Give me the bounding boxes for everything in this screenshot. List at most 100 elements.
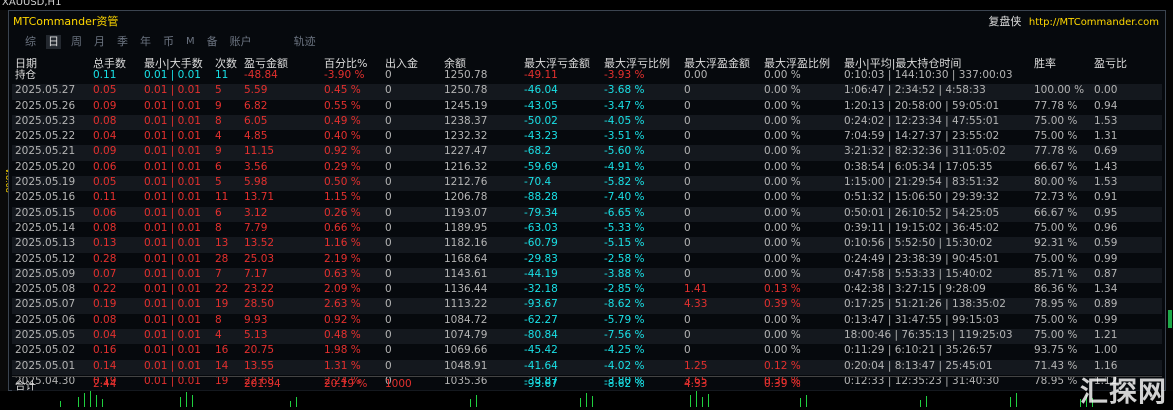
candle-20 bbox=[800, 398, 801, 407]
table-row[interactable]: 2025.05.15 0.06 0.01 | 0.01 6 3.12 0.26 % 0 119… bbox=[12, 206, 1162, 222]
cell-count: 28 bbox=[215, 252, 229, 265]
cell-max-float-loss: -41.64 bbox=[524, 359, 558, 372]
brand-right[interactable]: 复盘侠 http://MTCommander.com bbox=[988, 13, 1159, 29]
table-row[interactable]: 2025.05.14 0.08 0.01 | 0.01 8 7.79 0.66 % 0 118… bbox=[12, 222, 1162, 237]
cell-pct: 0.29 % bbox=[324, 160, 361, 173]
left-strip bbox=[0, 10, 8, 407]
cell-count: 6 bbox=[215, 160, 222, 173]
cell-date: 2025.05.22 bbox=[15, 130, 76, 143]
cell-count: 8 bbox=[215, 313, 222, 326]
cell-max-float-profit: 0 bbox=[684, 252, 691, 265]
cell-balance: 1232.32 bbox=[444, 130, 488, 143]
tab-9[interactable]: 账户 bbox=[228, 35, 254, 49]
cell-deposit: 0 bbox=[385, 145, 392, 158]
candle-2 bbox=[84, 393, 85, 407]
cell-deposit: 0 bbox=[385, 114, 392, 127]
cell-max-float-loss: -68.2 bbox=[524, 145, 552, 158]
tab-6[interactable]: 币 bbox=[161, 35, 176, 49]
tab-2[interactable]: 周 bbox=[69, 35, 84, 49]
tab-7[interactable]: M bbox=[184, 35, 197, 49]
cell-min-max-lots: 0.01 | 0.01 bbox=[144, 130, 201, 143]
cell-win-rate: 75.00 % bbox=[1034, 114, 1078, 127]
tab-5[interactable]: 年 bbox=[138, 35, 153, 49]
candle-3 bbox=[90, 391, 91, 407]
cell-pct: 0.66 % bbox=[324, 221, 361, 234]
cell-max-float-profit-pct: 0.00 % bbox=[764, 206, 801, 219]
table-row[interactable]: 2025.05.16 0.11 0.01 | 0.01 11 13.71 1.15 % 0 1… bbox=[12, 191, 1162, 206]
cell-pl-ratio: 1.43 bbox=[1094, 160, 1118, 173]
cell-win-rate: 93.75 % bbox=[1034, 344, 1078, 357]
brand-url-link[interactable]: http://MTCommander.com bbox=[1029, 17, 1159, 28]
cell-max-float-profit: 1.25 bbox=[684, 359, 708, 372]
summary-cell-total-lots: 2.44 bbox=[93, 378, 117, 390]
holding-row[interactable]: 持仓 0.11 0.01 | 0.01 11 -48.84 -3.90 % 0 1250.78… bbox=[12, 69, 1162, 84]
cell-total-lots: 0.09 bbox=[93, 99, 117, 112]
tab-8[interactable]: 备 bbox=[205, 35, 220, 49]
cell-pct: 0.45 % bbox=[324, 84, 361, 97]
cell-total-lots: 0.09 bbox=[93, 145, 117, 158]
cell-balance: 1193.07 bbox=[444, 206, 488, 219]
table-row[interactable]: 2025.05.19 0.05 0.01 | 0.01 5 5.98 0.50 % 0 121… bbox=[12, 176, 1162, 192]
cell-pl-ratio: 1.34 bbox=[1094, 283, 1118, 296]
cell-max-float-profit-pct: 0.00 % bbox=[764, 267, 801, 280]
table-row[interactable]: 2025.05.12 0.28 0.01 | 0.01 28 25.03 2.19 % 0 1… bbox=[12, 253, 1162, 268]
table-row[interactable]: 2025.05.21 0.09 0.01 | 0.01 9 11.15 0.92 % 0 12… bbox=[12, 145, 1162, 161]
cell-max-float-profit-pct: 0.00 % bbox=[764, 69, 801, 81]
cell-max-float-profit-pct: 0.12 % bbox=[764, 359, 801, 372]
table-row[interactable]: 2025.05.27 0.05 0.01 | 0.01 5 5.59 0.45 % 0 125… bbox=[12, 84, 1162, 100]
cell-count: 14 bbox=[215, 359, 229, 372]
cell-date: 2025.05.19 bbox=[15, 176, 76, 189]
cell-min-max-lots: 0.01 | 0.01 bbox=[144, 176, 201, 189]
cell-max-float-profit: 0 bbox=[684, 176, 691, 189]
tab-0[interactable]: 综 bbox=[23, 35, 38, 49]
tab-3[interactable]: 月 bbox=[92, 35, 107, 49]
cell-pnl: 13.71 bbox=[244, 191, 275, 204]
cell-max-float-loss-pct: -5.82 % bbox=[604, 176, 645, 189]
cell-max-float-profit-pct: 0.00 % bbox=[764, 145, 801, 158]
summary-cell-pct: 20.19 % bbox=[324, 378, 368, 390]
cell-pnl: 5.13 bbox=[244, 329, 268, 342]
table-row[interactable]: 2025.05.08 0.22 0.01 | 0.01 22 23.22 2.09 % 0 1… bbox=[12, 283, 1162, 298]
cell-balance: 1250.78 bbox=[444, 84, 488, 97]
cell-win-rate: 66.67 % bbox=[1034, 206, 1078, 219]
cell-min-max-lots: 0.01 | 0.01 bbox=[144, 313, 201, 326]
cell-min-max-lots: 0.01 | 0.01 bbox=[144, 252, 201, 265]
candle-5 bbox=[102, 399, 103, 407]
candle-11 bbox=[470, 399, 471, 407]
table-row[interactable]: 2025.05.26 0.09 0.01 | 0.01 9 6.82 0.55 % 0 124… bbox=[12, 100, 1162, 115]
cell-deposit: 0 bbox=[385, 221, 392, 234]
cell-total-lots: 0.08 bbox=[93, 221, 117, 234]
cell-max-float-loss: -43.23 bbox=[524, 130, 558, 143]
table-row[interactable]: 2025.05.13 0.13 0.01 | 0.01 13 13.52 1.16 % 0 1… bbox=[12, 237, 1162, 253]
table-row[interactable]: 2025.05.01 0.14 0.01 | 0.01 14 13.55 1.31 % 0 1… bbox=[12, 359, 1162, 375]
cell-win-rate: 77.78 % bbox=[1034, 99, 1078, 112]
table-row[interactable]: 2025.05.20 0.06 0.01 | 0.01 6 3.56 0.29 % 0 121… bbox=[12, 161, 1162, 176]
table-row[interactable]: 2025.05.09 0.07 0.01 | 0.01 7 7.17 0.63 % 0 114… bbox=[12, 267, 1162, 284]
table-row[interactable]: 2025.05.06 0.08 0.01 | 0.01 8 9.93 0.92 % 0 108… bbox=[12, 314, 1162, 329]
table-row[interactable]: 2025.05.05 0.04 0.01 | 0.01 4 5.13 0.48 % 0 107… bbox=[12, 329, 1162, 345]
table-row[interactable]: 2025.05.07 0.19 0.01 | 0.01 19 28.50 2.63 % 0 1… bbox=[12, 298, 1162, 314]
cell-deposit: 0 bbox=[385, 237, 392, 250]
cell-max-float-profit-pct: 0.00 % bbox=[764, 344, 801, 357]
tab-1[interactable]: 日 bbox=[46, 35, 61, 49]
cell-balance: 1069.66 bbox=[444, 344, 488, 357]
table-row[interactable]: 2025.05.23 0.08 0.01 | 0.01 8 6.05 0.49 % 0 123… bbox=[12, 114, 1162, 131]
cell-win-rate: 75.00 % bbox=[1034, 130, 1078, 143]
cell-hold-time: 0:17:25 | 51:21:26 | 138:35:02 bbox=[844, 298, 1006, 311]
cell-max-float-loss: -45.42 bbox=[524, 344, 558, 357]
cell-hold-time: 0:24:02 | 12:23:34 | 47:55:01 bbox=[844, 114, 1000, 127]
table-header: 日期 总手数 最小|大手数 次数 盈亏金额 百分比% 出入金 余额 最大浮亏金额 最大浮亏比例 最大… bbox=[12, 55, 1162, 70]
cell-hold-time: 0:51:32 | 15:06:50 | 29:39:32 bbox=[844, 191, 1000, 204]
cell-min-max-lots: 0.01 | 0.01 bbox=[144, 145, 201, 158]
cell-max-float-loss-pct: -7.56 % bbox=[604, 329, 645, 342]
tab-4[interactable]: 季 bbox=[115, 35, 130, 49]
cell-max-float-loss-pct: -5.79 % bbox=[604, 313, 645, 326]
candle-15 bbox=[592, 396, 593, 407]
tab-10[interactable]: 轨迹 bbox=[292, 35, 318, 49]
candle-13 bbox=[580, 398, 581, 407]
table-row[interactable]: 2025.05.22 0.04 0.01 | 0.01 4 4.85 0.40 % 0 123… bbox=[12, 130, 1162, 145]
cell-max-float-loss-pct: -5.60 % bbox=[604, 145, 645, 158]
cell-max-float-profit-pct: 0.00 % bbox=[764, 176, 801, 189]
cell-date: 2025.05.05 bbox=[15, 329, 76, 342]
table-row[interactable]: 2025.05.02 0.16 0.01 | 0.01 16 20.75 1.98 % 0 1… bbox=[12, 344, 1162, 359]
